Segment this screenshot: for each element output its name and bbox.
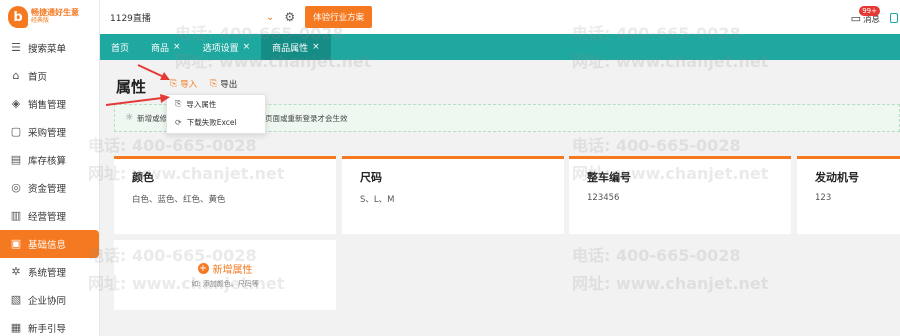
tab-1[interactable]: 商品 ×: [140, 34, 192, 60]
import-attributes-label: 导入属性: [186, 99, 217, 109]
sidebar-item-basic-info[interactable]: ▣ 基础信息: [0, 230, 99, 258]
attribute-values: S、L、M: [360, 195, 395, 205]
org-name: 1129直播: [110, 13, 151, 24]
sidebar-item-label: 销售管理: [28, 100, 67, 111]
import-icon: ⎘: [170, 79, 178, 89]
tab-label: 首页: [111, 43, 130, 54]
funds-icon: ◎: [11, 181, 21, 194]
file-import-icon: ⎘: [175, 99, 182, 108]
tab-label: 选项设置: [202, 43, 239, 54]
home-icon: ⌂: [12, 69, 20, 82]
gear-icon[interactable]: ⚙: [284, 10, 295, 24]
system-icon: ✲: [11, 265, 21, 278]
sidebar-item-label: 新手引导: [28, 324, 67, 335]
attribute-name: 颜色: [132, 171, 154, 184]
import-attributes-item[interactable]: ⎘ 导入属性: [167, 95, 265, 113]
sidebar: b 畅捷通好生意 经典版 ☰ 搜索菜单 ⌂ 首页 ◈ 销售管理 ▢ 采购管理 ▤ 库存核算 ◎ 资金管…: [0, 0, 100, 336]
attribute-values: 白色、蓝色、红色、黄色: [132, 195, 226, 205]
attribute-card-vehicle-number[interactable]: 整车编号 123456: [569, 156, 791, 234]
export-button[interactable]: ⎘ 导出: [210, 78, 237, 90]
attribute-card-size[interactable]: 尺码 S、L、M: [342, 156, 564, 234]
import-button[interactable]: ⎘ 导入: [170, 78, 197, 90]
import-dropdown: ⎘ 导入属性 ⟳ 下载失败Excel: [166, 94, 266, 134]
operation-icon: ▥: [10, 209, 22, 222]
close-icon[interactable]: ×: [243, 42, 251, 52]
tab-2[interactable]: 选项设置 ×: [192, 34, 262, 60]
device-icon[interactable]: [890, 13, 898, 23]
sidebar-item-collab[interactable]: ▧ 企业协同: [0, 286, 99, 314]
inventory-icon: ▤: [10, 153, 22, 166]
lightbulb-icon: ☼: [125, 113, 134, 123]
plus-icon: +: [197, 263, 209, 274]
sidebar-nav: ☰ 搜索菜单 ⌂ 首页 ◈ 销售管理 ▢ 采购管理 ▤ 库存核算 ◎ 资金管理 ▥ 经营管理 ▣ 基础信息 ✲ 系…: [0, 34, 99, 336]
attribute-values: 123456: [587, 193, 620, 203]
sidebar-item-label: 库存核算: [28, 156, 67, 167]
attribute-name: 尺码: [360, 171, 382, 184]
page-title: 属性: [116, 78, 147, 96]
top-bar: 1129直播 ⌄ ⚙ 体验行业方案 ▭ 消息 99+: [100, 0, 900, 34]
close-icon[interactable]: ×: [173, 42, 181, 52]
sidebar-item-guide[interactable]: ▦ 新手引导: [0, 314, 99, 336]
import-label: 导入: [180, 80, 198, 90]
sidebar-item-operation[interactable]: ▥ 经营管理: [0, 202, 99, 230]
sidebar-item-system[interactable]: ✲ 系统管理: [0, 258, 99, 286]
sidebar-item-home[interactable]: ⌂ 首页: [0, 62, 99, 90]
attribute-name: 整车编号: [587, 171, 631, 184]
export-icon: ⎘: [210, 79, 218, 89]
attribute-values: 123: [815, 193, 832, 203]
sidebar-item-purchase[interactable]: ▢ 采购管理: [0, 118, 99, 146]
attribute-card-color[interactable]: 颜色 白色、蓝色、红色、黄色: [114, 156, 336, 234]
add-attribute-hint: 如: 添加颜色、尺码等: [191, 280, 259, 288]
close-icon[interactable]: ×: [312, 42, 320, 52]
sidebar-item-inventory[interactable]: ▤ 库存核算: [0, 146, 99, 174]
export-label: 导出: [220, 80, 238, 90]
download-failed-excel-label: 下载失败Excel: [186, 117, 237, 127]
tip-text-start: 新增或修: [137, 113, 168, 123]
sidebar-item-funds[interactable]: ◎ 资金管理: [0, 174, 99, 202]
attribute-card-engine-number[interactable]: 发动机号 123: [797, 156, 900, 234]
tab-0[interactable]: 首页: [100, 34, 140, 60]
logo-subtitle: 经典版: [31, 17, 50, 25]
trial-industry-button[interactable]: 体验行业方案: [305, 6, 373, 28]
logo-mark: b: [8, 6, 28, 28]
sidebar-item-label: 搜索菜单: [28, 44, 67, 55]
purchase-icon: ▢: [10, 125, 22, 138]
add-attribute-label: 新增属性: [212, 265, 253, 276]
tab-label: 商品属性: [272, 43, 309, 54]
app-logo[interactable]: b 畅捷通好生意 经典版: [0, 0, 99, 34]
sidebar-item-label: 采购管理: [28, 128, 67, 139]
sidebar-item-sales[interactable]: ◈ 销售管理: [0, 90, 99, 118]
org-selector[interactable]: 1129直播: [110, 11, 260, 24]
chevron-down-icon[interactable]: ⌄: [266, 12, 274, 23]
basic-info-icon: ▣: [10, 237, 22, 250]
download-failed-excel-item[interactable]: ⟳ 下载失败Excel: [167, 113, 265, 131]
tab-bar: 首页 商品 × 选项设置 × 商品属性 ×: [100, 34, 900, 60]
main-content: 属性 ⎘ 导入 ⎘ 导出 ☼ 新增或修 建"刷新页面或重新登录才会生效 ⎘ 导入…: [100, 60, 900, 336]
messages-badge: 99+: [859, 6, 880, 16]
sidebar-item-label: 系统管理: [28, 268, 67, 279]
download-icon: ⟳: [175, 117, 182, 127]
guide-icon: ▦: [10, 321, 22, 334]
sidebar-item-label: 首页: [28, 72, 48, 83]
sidebar-item-label: 基础信息: [28, 240, 67, 251]
sidebar-item-search-menu[interactable]: ☰ 搜索菜单: [0, 34, 99, 62]
sidebar-item-label: 资金管理: [28, 184, 67, 195]
search-menu-icon: ☰: [11, 41, 21, 54]
tab-3[interactable]: 商品属性 ×: [261, 34, 331, 60]
attribute-name: 发动机号: [815, 171, 859, 184]
sales-icon: ◈: [11, 97, 21, 110]
collab-icon: ▧: [10, 293, 22, 306]
tab-label: 商品: [151, 43, 170, 54]
sidebar-item-label: 企业协同: [28, 296, 67, 307]
add-attribute-card[interactable]: + 新增属性 如: 添加颜色、尺码等: [114, 240, 336, 310]
sidebar-item-label: 经营管理: [28, 212, 67, 223]
